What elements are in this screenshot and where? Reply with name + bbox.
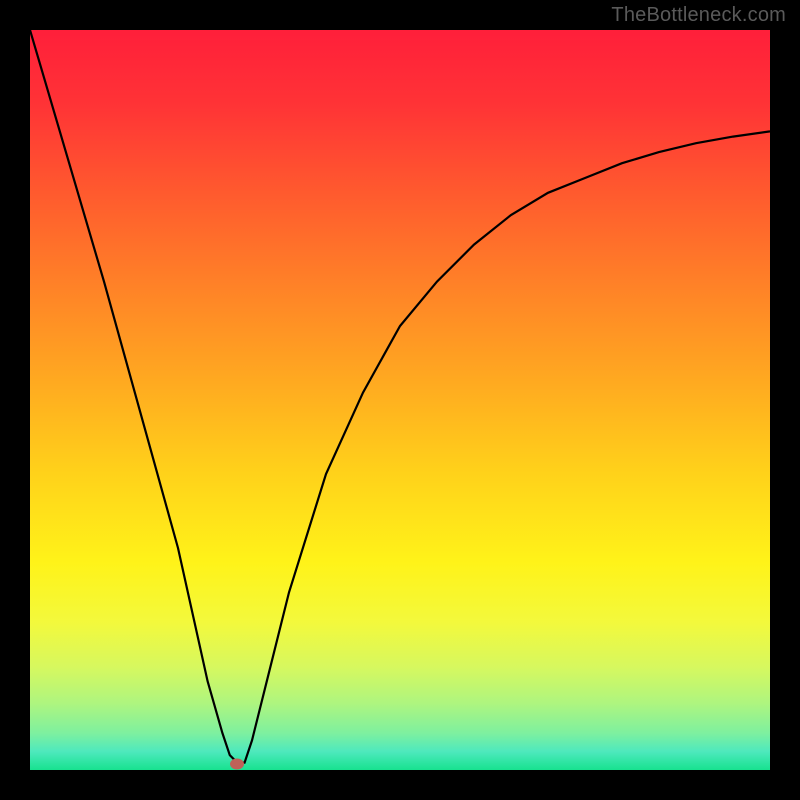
- min-point-marker: [230, 759, 244, 770]
- plot-area: [30, 30, 770, 770]
- chart-frame: TheBottleneck.com: [0, 0, 800, 800]
- watermark-text: TheBottleneck.com: [611, 4, 786, 27]
- curve-svg: [30, 30, 770, 770]
- bottleneck-curve-path: [30, 30, 770, 763]
